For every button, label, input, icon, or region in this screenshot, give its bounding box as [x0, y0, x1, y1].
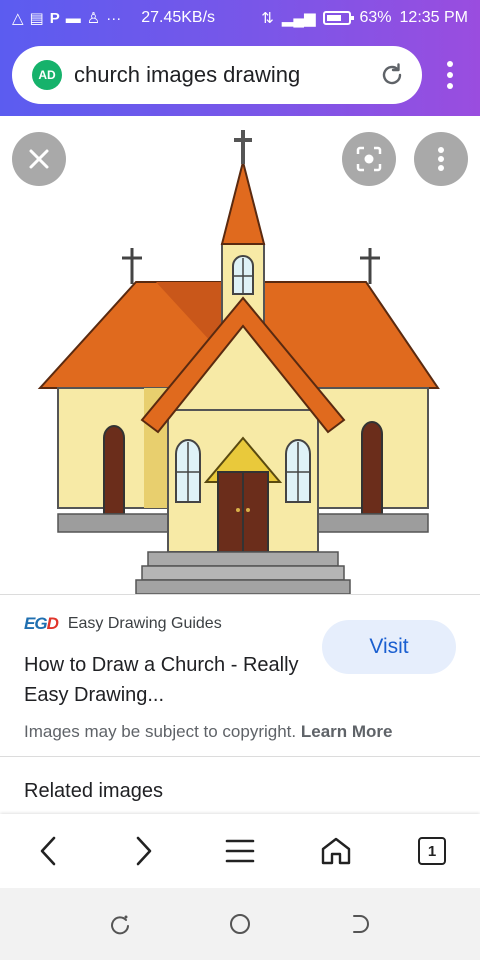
close-preview-button[interactable]: [12, 132, 66, 186]
menu-button[interactable]: [216, 827, 264, 875]
battery-percent: 63%: [359, 9, 392, 26]
forward-button[interactable]: [120, 827, 168, 875]
browser-header: △ ▤ P ▬ ♙ ··· 27.45KB/s ⇅ ▂▄▆ 63% 12:35 …: [0, 0, 480, 116]
battery-icon: [323, 11, 355, 25]
more-vertical-icon: [438, 147, 444, 171]
system-nav-bar: [0, 888, 480, 960]
news-icon: ▤: [29, 9, 44, 27]
home-button[interactable]: [312, 827, 360, 875]
back-icon: [40, 836, 56, 866]
reload-icon[interactable]: [378, 61, 406, 89]
shirt-icon: ♙: [86, 9, 101, 27]
tab-count: 1: [418, 837, 446, 865]
p-app-icon: P: [49, 9, 60, 27]
site-logo: EGD: [24, 614, 59, 633]
close-icon: [29, 149, 49, 169]
status-bar: △ ▤ P ▬ ♙ ··· 27.45KB/s ⇅ ▂▄▆ 63% 12:35 …: [0, 0, 480, 36]
back-nav-icon[interactable]: [348, 912, 372, 936]
copyright-text: Images may be subject to copyright.: [24, 722, 297, 741]
lens-icon: [356, 146, 382, 172]
more-options-button[interactable]: [414, 132, 468, 186]
recent-apps-icon[interactable]: [108, 912, 132, 936]
church-drawing-image: [37, 130, 440, 595]
copyright-notice: Images may be subject to copyright. Lear…: [24, 722, 393, 742]
message-icon: ▬: [65, 9, 81, 27]
browser-toolbar: 1: [0, 814, 480, 888]
data-signal-icon: ⇅: [261, 9, 274, 27]
home-icon: [321, 837, 351, 865]
lens-search-button[interactable]: [342, 132, 396, 186]
divider: [0, 594, 480, 595]
related-images-heading: Related images: [24, 780, 163, 802]
back-button[interactable]: [24, 827, 72, 875]
source-site[interactable]: EGD Easy Drawing Guides: [24, 614, 222, 634]
forward-icon: [136, 836, 152, 866]
warning-icon: △: [12, 9, 24, 27]
tabs-button[interactable]: 1: [408, 827, 456, 875]
image-preview[interactable]: [0, 116, 480, 595]
browser-menu-icon[interactable]: [440, 58, 460, 94]
divider: [0, 756, 480, 757]
search-query[interactable]: church images drawing: [74, 62, 378, 88]
visit-button[interactable]: Visit: [322, 620, 456, 674]
search-bar[interactable]: AD church images drawing: [12, 46, 422, 104]
more-notifications-icon: ···: [106, 9, 122, 27]
cell-signal-icon: ▂▄▆: [281, 9, 316, 27]
network-speed: 27.45KB/s: [141, 9, 216, 26]
clock: 12:35 PM: [399, 9, 468, 26]
learn-more-link[interactable]: Learn More: [301, 722, 393, 741]
hamburger-icon: [225, 839, 255, 863]
site-name[interactable]: Easy Drawing Guides: [68, 615, 222, 633]
ad-block-icon[interactable]: AD: [32, 60, 62, 90]
home-nav-icon[interactable]: [228, 912, 252, 936]
result-title[interactable]: How to Draw a Church - Really Easy Drawi…: [24, 650, 304, 710]
